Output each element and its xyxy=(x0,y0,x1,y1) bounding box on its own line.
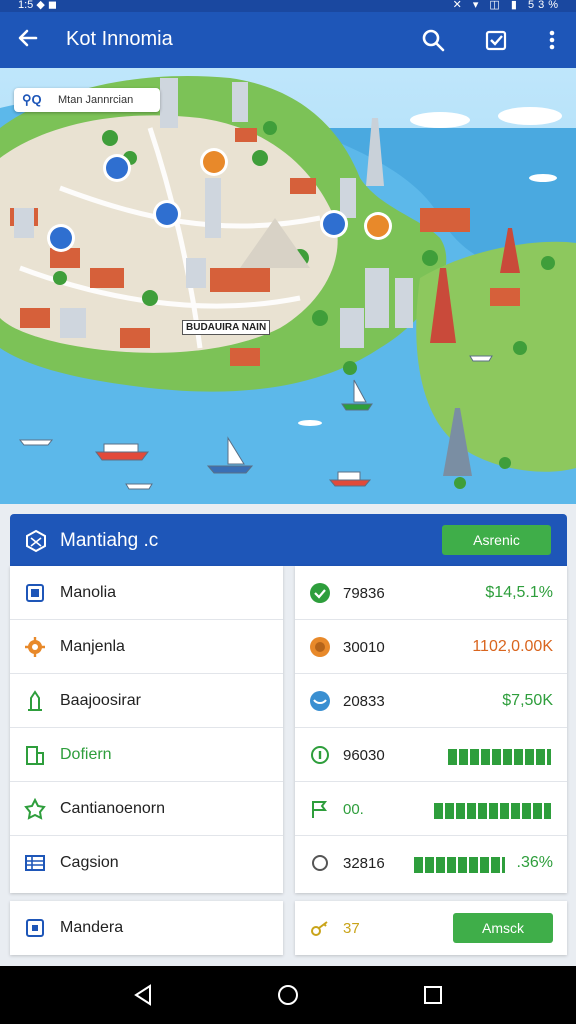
map-search-box[interactable]: ⚲Q Mtan Jannrcian xyxy=(14,88,160,112)
stat-value: $14,5.1% xyxy=(485,584,553,601)
stat-row[interactable]: 30010 1102,0.00K xyxy=(295,620,567,674)
back-triangle-icon[interactable] xyxy=(132,983,154,1007)
table-icon xyxy=(25,855,45,871)
gear-icon xyxy=(25,637,45,657)
list-item[interactable]: Cantianoenorn xyxy=(10,782,283,836)
list-item-label: Mandera xyxy=(60,919,124,936)
status-left: 1:5 ◆ ◼ xyxy=(18,0,57,11)
list-item-label: Baajoosirar xyxy=(60,692,141,709)
stat-row[interactable]: 32816 .36% xyxy=(295,836,567,890)
list-item[interactable]: Mandera xyxy=(10,901,283,955)
list-item[interactable]: Manjenla xyxy=(10,620,283,674)
panel-action-button[interactable]: Asrenic xyxy=(442,525,551,555)
globe-icon xyxy=(310,691,330,711)
stat-number: 79836 xyxy=(343,585,385,602)
monument-icon xyxy=(28,690,42,711)
stat-number: 20833 xyxy=(343,693,385,710)
status-right: ✕ ▾ ◫ ▮ 53% xyxy=(452,0,562,11)
search-icon[interactable] xyxy=(419,26,447,54)
stat-number: 96030 xyxy=(343,747,385,764)
stat-number: 37 xyxy=(343,920,360,937)
star-icon xyxy=(24,798,46,820)
panel-title: Mantiahg .c xyxy=(60,530,159,551)
map-search-text: Mtan Jannrcian xyxy=(58,94,134,106)
square-icon xyxy=(26,919,44,937)
list-item-label: Cantianoenorn xyxy=(60,800,165,817)
stat-number: 00. xyxy=(343,801,364,818)
more-vert-icon[interactable] xyxy=(538,26,566,54)
left-list: Manolia Manjenla Baajoosirar Dofiern Can… xyxy=(10,566,283,893)
stat-number: 30010 xyxy=(343,639,385,656)
stat-number: 32816 xyxy=(343,855,385,872)
arrow-left-icon[interactable] xyxy=(14,24,42,52)
stat-row[interactable]: 20833 $7,50K xyxy=(295,674,567,728)
list-item-label: Cagsion xyxy=(60,854,119,871)
info-icon xyxy=(311,746,329,764)
right-list: 79836 $14,5.1% 30010 1102,0.00K 20833 $7… xyxy=(295,566,567,893)
list-item[interactable]: Dofiern xyxy=(10,728,283,782)
map-illustration xyxy=(0,68,576,504)
progress-bar xyxy=(414,857,505,873)
progress-bar xyxy=(434,803,551,819)
stat-row[interactable]: 96030 xyxy=(295,728,567,782)
status-bar: 1:5 ◆ ◼ ✕ ▾ ◫ ▮ 53% xyxy=(0,0,576,12)
list-item-label: Manolia xyxy=(60,584,117,601)
progress-bar xyxy=(448,749,551,765)
bottom-right-card: 37 Amsck xyxy=(295,901,567,955)
list-item[interactable]: Manolia xyxy=(10,566,283,620)
recents-square-icon[interactable] xyxy=(422,983,444,1007)
coin-icon xyxy=(310,637,330,657)
app-bar: Kot Innomia xyxy=(0,12,576,68)
circle-icon xyxy=(312,855,328,871)
square-icon xyxy=(26,584,44,602)
stat-value: $7,50K xyxy=(502,692,553,709)
list-item-label: Manjenla xyxy=(60,638,125,655)
stat-value: 1102,0.00K xyxy=(472,638,553,655)
home-circle-icon[interactable] xyxy=(277,983,299,1007)
list-item-label: Dofiern xyxy=(60,746,112,763)
map-place-label: BUDAUIRA NAIN xyxy=(182,320,271,335)
bottom-action-button[interactable]: Amsck xyxy=(453,913,553,943)
system-nav-bar xyxy=(0,966,576,1024)
stat-row: 37 Amsck xyxy=(295,901,567,955)
list-item[interactable]: Baajoosirar xyxy=(10,674,283,728)
bottom-left-card[interactable]: Mandera xyxy=(10,901,283,955)
key-icon xyxy=(311,921,328,936)
search-icon: ⚲Q xyxy=(22,92,42,107)
flag-icon xyxy=(312,801,327,818)
cube-icon xyxy=(26,529,46,553)
shield-icon xyxy=(310,583,330,603)
stat-value: .36% xyxy=(516,854,553,871)
stat-row[interactable]: 00. xyxy=(295,782,567,836)
panel-header: Mantiahg .c Asrenic xyxy=(10,514,567,566)
city-map[interactable] xyxy=(0,68,576,504)
checkbox-icon[interactable] xyxy=(482,26,510,54)
building-icon xyxy=(26,746,44,765)
page-title: Kot Innomia xyxy=(66,28,173,50)
stat-row[interactable]: 79836 $14,5.1% xyxy=(295,566,567,620)
list-item[interactable]: Cagsion xyxy=(10,836,283,890)
